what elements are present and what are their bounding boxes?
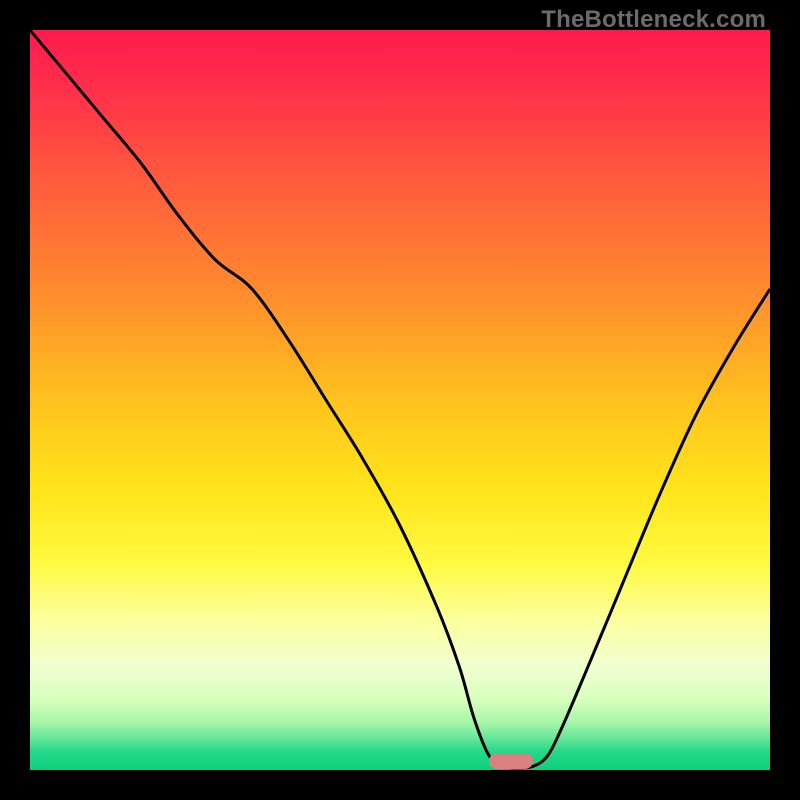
optimal-point-marker — [489, 753, 533, 769]
curve-path — [30, 30, 770, 768]
bottleneck-curve — [30, 30, 770, 770]
plot-area — [30, 30, 770, 770]
chart-frame: TheBottleneck.com — [0, 0, 800, 800]
